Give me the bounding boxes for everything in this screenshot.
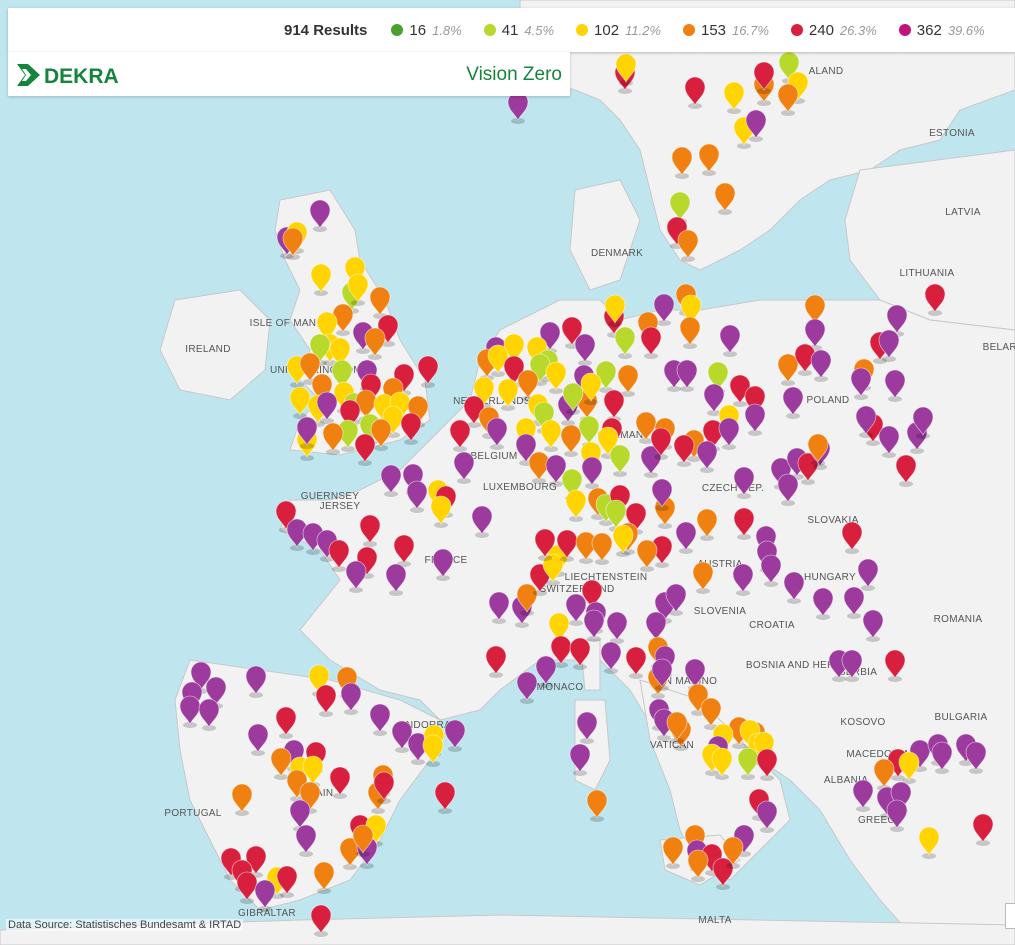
country-label: LUXEMBOURG xyxy=(483,482,557,493)
brand-panel: DEKRA Vision Zero xyxy=(8,52,570,96)
europe-map[interactable]: ALAND ESTONIA LATVIA LITHUANIA DENMARK IRELAN… xyxy=(0,0,1015,945)
vision-zero-tagline: Vision Zero xyxy=(466,64,562,85)
legend-count: 362 xyxy=(916,21,942,39)
country-label: ALAND xyxy=(809,66,844,77)
country-label: LATVIA xyxy=(945,207,981,218)
legend-dot-orange xyxy=(682,24,695,36)
legend-percent: 39.6% xyxy=(947,22,985,38)
country-label: BULGARIA xyxy=(935,712,988,723)
country-label: CROATIA xyxy=(749,620,795,631)
dekra-logo[interactable]: DEKRA xyxy=(14,61,126,89)
country-label: IRELAND xyxy=(185,344,230,355)
country-label: DENMARK xyxy=(591,248,643,259)
legend-count: 240 xyxy=(808,21,834,39)
country-label: POLAND xyxy=(807,395,850,406)
legend-percent: 26.3% xyxy=(839,22,877,38)
country-label: PORTUGAL xyxy=(164,808,221,819)
legend-item-orange[interactable]: 153 16.7% xyxy=(682,21,769,39)
legend-count: 102 xyxy=(594,21,620,39)
legend-item-lime[interactable]: 41 4.5% xyxy=(483,21,555,39)
legend-percent: 16.7% xyxy=(732,22,769,38)
country-label: SLOVENIA xyxy=(694,606,746,617)
legend-dot-yellow xyxy=(576,24,589,36)
legend-percent: 1.8% xyxy=(432,22,462,38)
legend-bar: 914 Results 16 1.8% 41 4.5% 102 11.2% 15… xyxy=(8,8,1015,52)
country-label: HUNGARY xyxy=(804,572,856,583)
dekra-logo-text: DEKRA xyxy=(44,65,119,88)
legend-count: 41 xyxy=(501,21,519,39)
results-count: 914 Results xyxy=(284,21,368,39)
country-label: ESTONIA xyxy=(929,128,975,139)
legend-dot-magenta xyxy=(898,24,911,36)
country-label: KOSOVO xyxy=(840,717,885,728)
legend-dot-red xyxy=(790,24,803,36)
zoom-control-edge[interactable] xyxy=(1005,903,1015,929)
legend-dot-lime xyxy=(483,24,496,36)
legend-item-yellow[interactable]: 102 11.2% xyxy=(576,22,661,39)
country-label: ISLE OF MAN xyxy=(250,318,317,329)
country-label: BELGIUM xyxy=(470,451,517,462)
legend-item-magenta[interactable]: 362 39.6% xyxy=(898,21,985,39)
legend-count: 153 xyxy=(700,21,727,39)
country-label: BELARUS xyxy=(983,342,1015,353)
legend-dot-green xyxy=(391,24,404,36)
country-label: LIECHTENSTEIN xyxy=(565,572,648,583)
legend-percent: 11.2% xyxy=(625,22,661,38)
data-source-attribution: Data Source: Statistisches Bundesamt & I… xyxy=(6,919,244,931)
legend-percent: 4.5% xyxy=(524,22,555,38)
legend-count: 16 xyxy=(409,21,427,39)
country-label: CZECH REP. xyxy=(702,483,764,494)
country-label: MALTA xyxy=(698,915,731,926)
country-label: LITHUANIA xyxy=(900,268,955,279)
legend-item-red[interactable]: 240 26.3% xyxy=(790,21,877,39)
country-label: JERSEY xyxy=(320,501,361,512)
country-label: ROMANIA xyxy=(934,614,983,625)
legend-item-green[interactable]: 16 1.8% xyxy=(391,21,462,39)
